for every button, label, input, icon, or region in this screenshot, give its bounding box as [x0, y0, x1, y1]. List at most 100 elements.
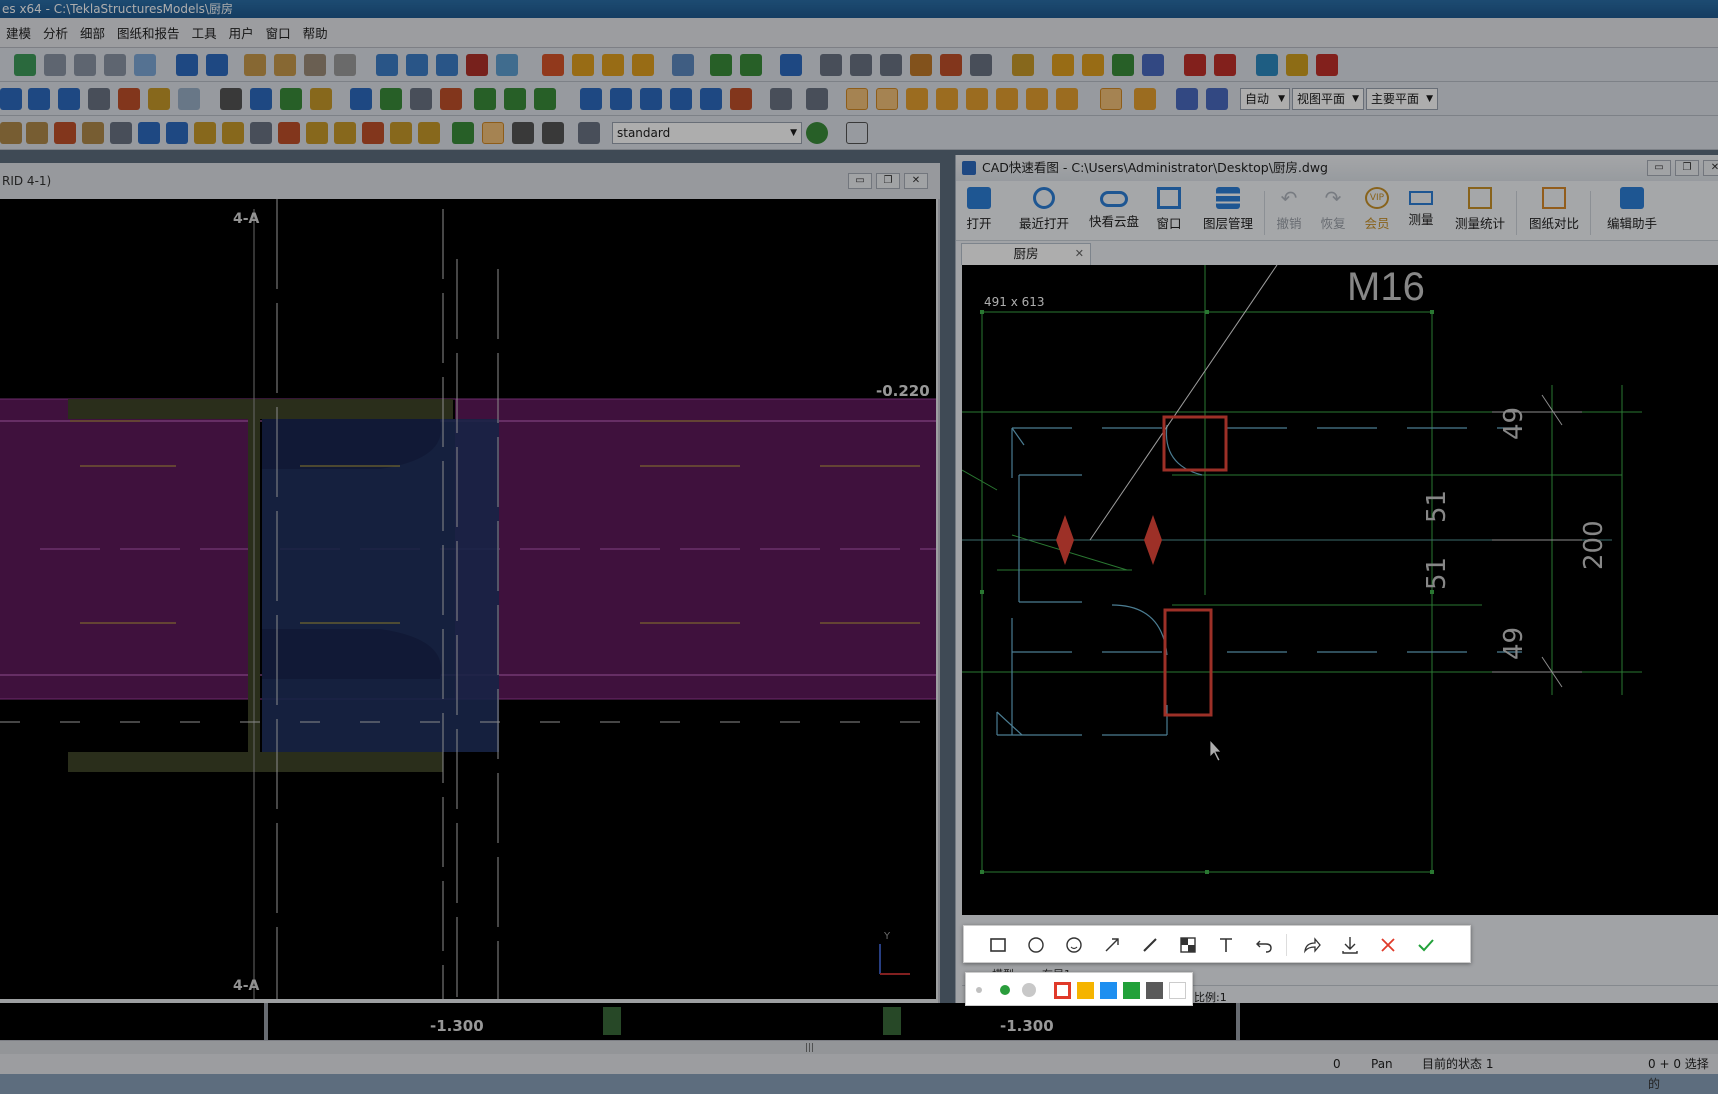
ribbon-open-button[interactable]: 打开 [964, 185, 994, 232]
ribbon-recent-button[interactable]: 最近打开 [1016, 185, 1072, 232]
line-5-icon[interactable] [700, 88, 722, 110]
filter-13-icon[interactable] [334, 122, 356, 144]
ribbon-layers-button[interactable]: 图层管理 [1200, 185, 1256, 232]
horizontal-scrollbar[interactable]: ||| [0, 1040, 1718, 1054]
tool-orange-3-icon[interactable] [632, 54, 654, 76]
filter-17-icon[interactable] [452, 122, 474, 144]
view-2-icon[interactable] [406, 54, 428, 76]
component-1-icon[interactable] [1052, 54, 1074, 76]
filter-14-icon[interactable] [362, 122, 384, 144]
scissors-icon[interactable] [466, 54, 488, 76]
confirm-icon[interactable] [1414, 933, 1438, 957]
paste-icon[interactable] [334, 54, 356, 76]
snap-3-icon[interactable] [880, 54, 902, 76]
line-6-icon[interactable] [730, 88, 752, 110]
cancel-icon[interactable] [1376, 933, 1400, 957]
arrow-icon[interactable] [1100, 933, 1124, 957]
filter-2-icon[interactable] [26, 122, 48, 144]
crane-icon[interactable] [1214, 54, 1236, 76]
point-tool-4-icon[interactable] [440, 88, 462, 110]
menu-item-user[interactable]: 用户 [223, 23, 260, 42]
point-tool-2-icon[interactable] [380, 88, 402, 110]
filter-21-icon[interactable] [578, 122, 600, 144]
ribbon-measure-button[interactable]: 测量 [1406, 185, 1436, 228]
clipboard-icon[interactable] [304, 54, 326, 76]
snap-circle-icon[interactable] [906, 88, 928, 110]
profile-select[interactable]: standard ▼ [612, 122, 802, 144]
blank-tool-icon[interactable] [178, 88, 200, 110]
menu-item-model[interactable]: 建模 [0, 23, 37, 42]
annotation-rect-top[interactable] [1162, 415, 1228, 472]
restore-icon[interactable]: ❐ [1675, 160, 1699, 176]
ribbon-compare-button[interactable]: 图纸对比 [1526, 185, 1582, 232]
filter-3-icon[interactable] [54, 122, 76, 144]
snap-5-icon[interactable] [940, 54, 962, 76]
capture-selection-box[interactable] [981, 311, 1433, 873]
truck-icon[interactable] [1316, 54, 1338, 76]
filter-1-icon[interactable] [0, 122, 22, 144]
point-tool-1-icon[interactable] [350, 88, 372, 110]
filter-12-icon[interactable] [306, 122, 328, 144]
filter-8-icon[interactable] [194, 122, 216, 144]
view-icon[interactable] [376, 54, 398, 76]
snap-box-2-icon[interactable] [876, 88, 898, 110]
line-1-icon[interactable] [580, 88, 602, 110]
brush-size-small[interactable] [976, 987, 982, 993]
color-swatch-white[interactable] [1169, 982, 1186, 999]
snap-box-1-icon[interactable] [846, 88, 868, 110]
minimize-icon[interactable]: ▭ [1647, 160, 1671, 176]
filter-15-icon[interactable] [390, 122, 412, 144]
close-icon[interactable]: ✕ [1703, 160, 1718, 176]
render-1-icon[interactable] [1176, 88, 1198, 110]
part-tool-2-icon[interactable] [74, 54, 96, 76]
line-3-icon[interactable] [640, 88, 662, 110]
tool-green-1-icon[interactable] [710, 54, 732, 76]
grid-tool-icon[interactable] [250, 88, 272, 110]
ribbon-cloud-button[interactable]: 快看云盘 [1086, 185, 1142, 230]
rectangle-icon[interactable] [986, 933, 1010, 957]
view-plane-select[interactable]: 视图平面 ▼ [1292, 88, 1364, 110]
ellipse-icon[interactable] [1024, 933, 1048, 957]
filter-5-icon[interactable] [110, 122, 132, 144]
component-2-icon[interactable] [1082, 54, 1104, 76]
binoculars-icon[interactable] [220, 88, 242, 110]
list-icon[interactable] [436, 54, 458, 76]
ribbon-window-button[interactable]: 窗口 [1154, 185, 1184, 232]
color-swatch-yellow[interactable] [1077, 982, 1094, 999]
circle-snap-icon[interactable] [806, 88, 828, 110]
brush-size-large[interactable] [1022, 983, 1036, 997]
part-tool-icon[interactable] [44, 54, 66, 76]
share-tool-icon[interactable] [14, 54, 36, 76]
filter-6-icon[interactable] [138, 122, 160, 144]
filter-10-icon[interactable] [250, 122, 272, 144]
user-tool-icon[interactable] [104, 54, 126, 76]
snap-arrow-icon[interactable] [1134, 88, 1156, 110]
tool-blue-icon[interactable] [672, 54, 694, 76]
text-icon[interactable] [1214, 933, 1238, 957]
help-icon[interactable] [780, 54, 802, 76]
move-icon[interactable] [274, 54, 296, 76]
brush-size-medium[interactable] [1000, 985, 1010, 995]
undo-icon[interactable] [1252, 933, 1276, 957]
ribbon-vip-button[interactable]: VIP 会员 [1362, 185, 1392, 232]
xyz-icon[interactable] [542, 54, 564, 76]
snap-1-icon[interactable] [820, 54, 842, 76]
download-icon[interactable] [1338, 933, 1362, 957]
cube-tool-icon[interactable] [134, 54, 156, 76]
tab-kitchen-dwg[interactable]: 厨房 ✕ [961, 243, 1091, 265]
ribbon-redo-button[interactable]: ↷ 恢复 [1318, 185, 1348, 232]
pin-icon[interactable] [1012, 54, 1034, 76]
array-2-icon[interactable] [504, 88, 526, 110]
plate-tool-icon[interactable] [310, 88, 332, 110]
snap-cross-icon[interactable] [966, 88, 988, 110]
filter-9-icon[interactable] [222, 122, 244, 144]
axis-tool-icon[interactable] [280, 88, 302, 110]
tool-green-2-icon[interactable] [740, 54, 762, 76]
menu-item-analysis[interactable]: 分析 [37, 23, 74, 42]
emoji-icon[interactable] [1062, 933, 1086, 957]
menu-item-tools[interactable]: 工具 [186, 23, 223, 42]
pen-icon[interactable] [1138, 933, 1162, 957]
color-swatch-red[interactable] [1054, 982, 1071, 999]
component-5-icon[interactable] [1184, 54, 1206, 76]
beam-tool-icon[interactable] [0, 88, 22, 110]
